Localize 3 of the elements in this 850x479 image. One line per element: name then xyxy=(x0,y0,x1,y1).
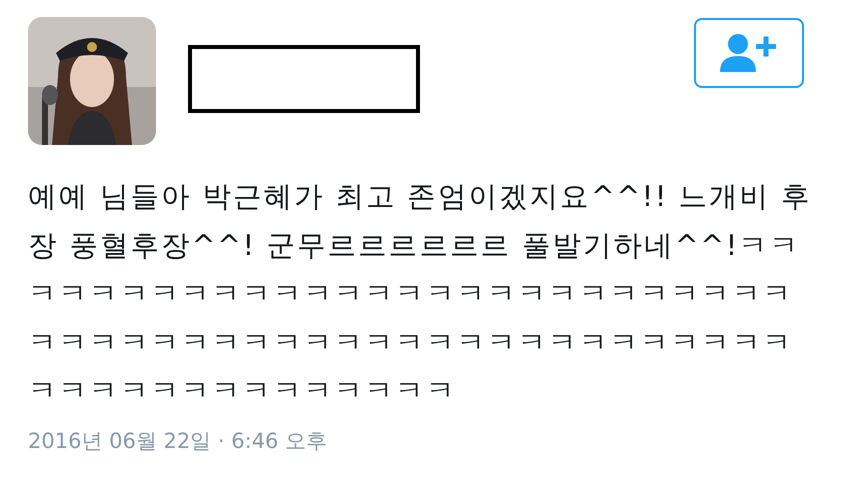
follow-button[interactable] xyxy=(694,18,804,88)
tweet-text: 예예 님들아 박근혜가 최고 존엄이겠지요^^!! 느개비 후장 풍혈후장^^! 군무르르르르르르 풀발기하네^^!ㅋㅋㅋㅋㅋㅋㅋㅋㅋㅋㅋㅋㅋㅋㅋㅋㅋㅋㅋㅋㅋㅋㅋㅋㅋㅋㅋㅋㅋㅋㅋㅋㅋㅋㅋㅋㅋㅋㅋㅋㅋㅋㅋㅋㅋㅋㅋㅋㅋㅋㅋㅋㅋㅋㅋㅋㅋㅋㅋㅋㅋㅋㅋㅋㅋㅋ xyxy=(28,179,813,409)
timestamp: 2016년 06월 22일 · 6:46 오후 xyxy=(28,428,328,454)
